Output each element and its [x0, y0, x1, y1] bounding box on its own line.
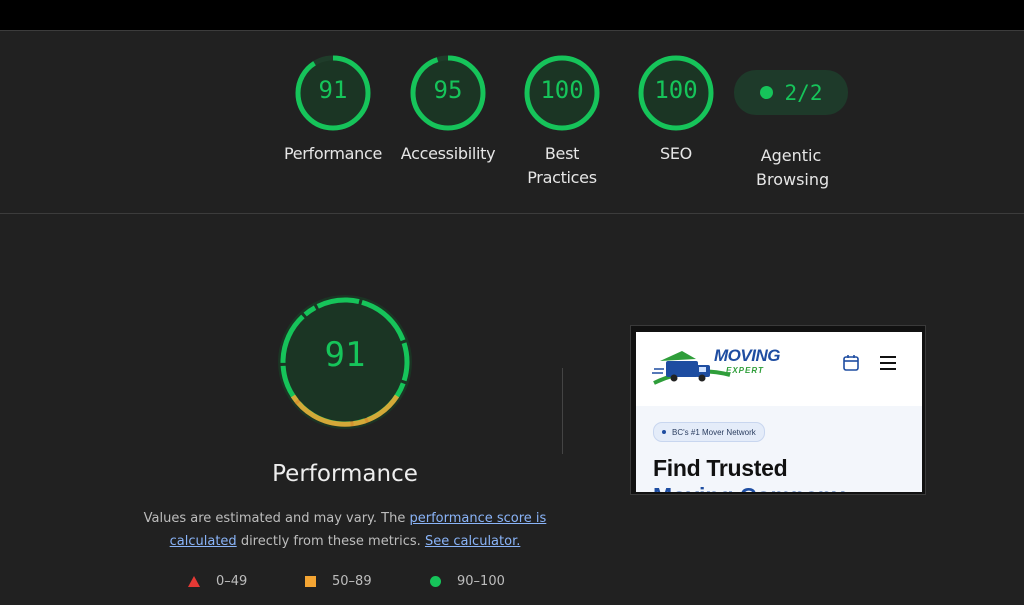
top-bar	[0, 0, 1024, 30]
gauge-label: Best Practices	[527, 144, 597, 187]
preview-header: MOVING EXPERT	[636, 332, 922, 406]
gauge-score: 95	[433, 76, 463, 104]
agentic-label: Agentic Browsing	[756, 146, 830, 189]
preview-badge: BC's #1 Mover Network	[653, 422, 765, 442]
gauge-label: SEO	[660, 144, 692, 163]
badge-text: BC's #1 Mover Network	[672, 427, 756, 437]
desc-text: directly from these metrics.	[236, 534, 425, 549]
gauge-score: 100	[540, 76, 584, 104]
gauge-score: 100	[654, 76, 698, 104]
gauge-performance[interactable]: 91 Performance	[278, 54, 388, 166]
legend-item-average: 50–89	[305, 574, 372, 589]
legend-range: 90–100	[457, 574, 505, 589]
gauge-best-practices[interactable]: 100 Best Practices	[507, 54, 617, 190]
legend-item-fail: 0–49	[188, 574, 247, 589]
calendar-icon	[843, 355, 859, 371]
performance-score-large: 91	[324, 335, 366, 375]
legend-item-pass: 90–100	[430, 574, 505, 589]
logo-sub: EXPERT	[726, 366, 764, 375]
legend-range: 50–89	[332, 574, 372, 589]
desc-text: Values are estimated and may vary. The	[143, 511, 410, 526]
see-calculator-link[interactable]: See calculator.	[425, 534, 520, 549]
square-icon	[305, 576, 316, 587]
legend-range: 0–49	[216, 574, 248, 589]
preview-page: MOVING EXPERT BC's #1 Mover Network Find…	[636, 332, 922, 492]
performance-description: Values are estimated and may vary. The p…	[140, 507, 550, 553]
circle-icon	[430, 576, 441, 587]
performance-title: Performance	[272, 461, 418, 487]
preview-headline-2: Moving Company	[653, 483, 845, 492]
triangle-icon	[188, 576, 200, 587]
badge-dot-icon	[662, 430, 666, 434]
preview-headline: Find Trusted	[653, 455, 788, 481]
gauge-label: Accessibility	[400, 144, 496, 163]
gauge-score: 91	[318, 76, 348, 104]
vertical-divider	[562, 368, 563, 454]
hamburger-menu-icon	[880, 356, 896, 370]
section-divider	[0, 213, 1024, 214]
header-top-border	[0, 30, 1024, 31]
logo-word: MOVING	[714, 346, 780, 365]
agentic-browsing-badge[interactable]: 2/2	[734, 70, 848, 115]
gauge-accessibility[interactable]: 95 Accessibility	[393, 54, 503, 166]
agentic-score: 2/2	[784, 80, 823, 105]
score-legend: 0–49 50–89 90–100	[0, 574, 1024, 594]
gauge-seo[interactable]: 100 SEO	[621, 54, 731, 166]
page-screenshot-preview[interactable]: MOVING EXPERT BC's #1 Mover Network Find…	[630, 325, 926, 495]
gauge-label: Performance	[283, 144, 383, 163]
pass-dot-icon	[759, 86, 773, 99]
